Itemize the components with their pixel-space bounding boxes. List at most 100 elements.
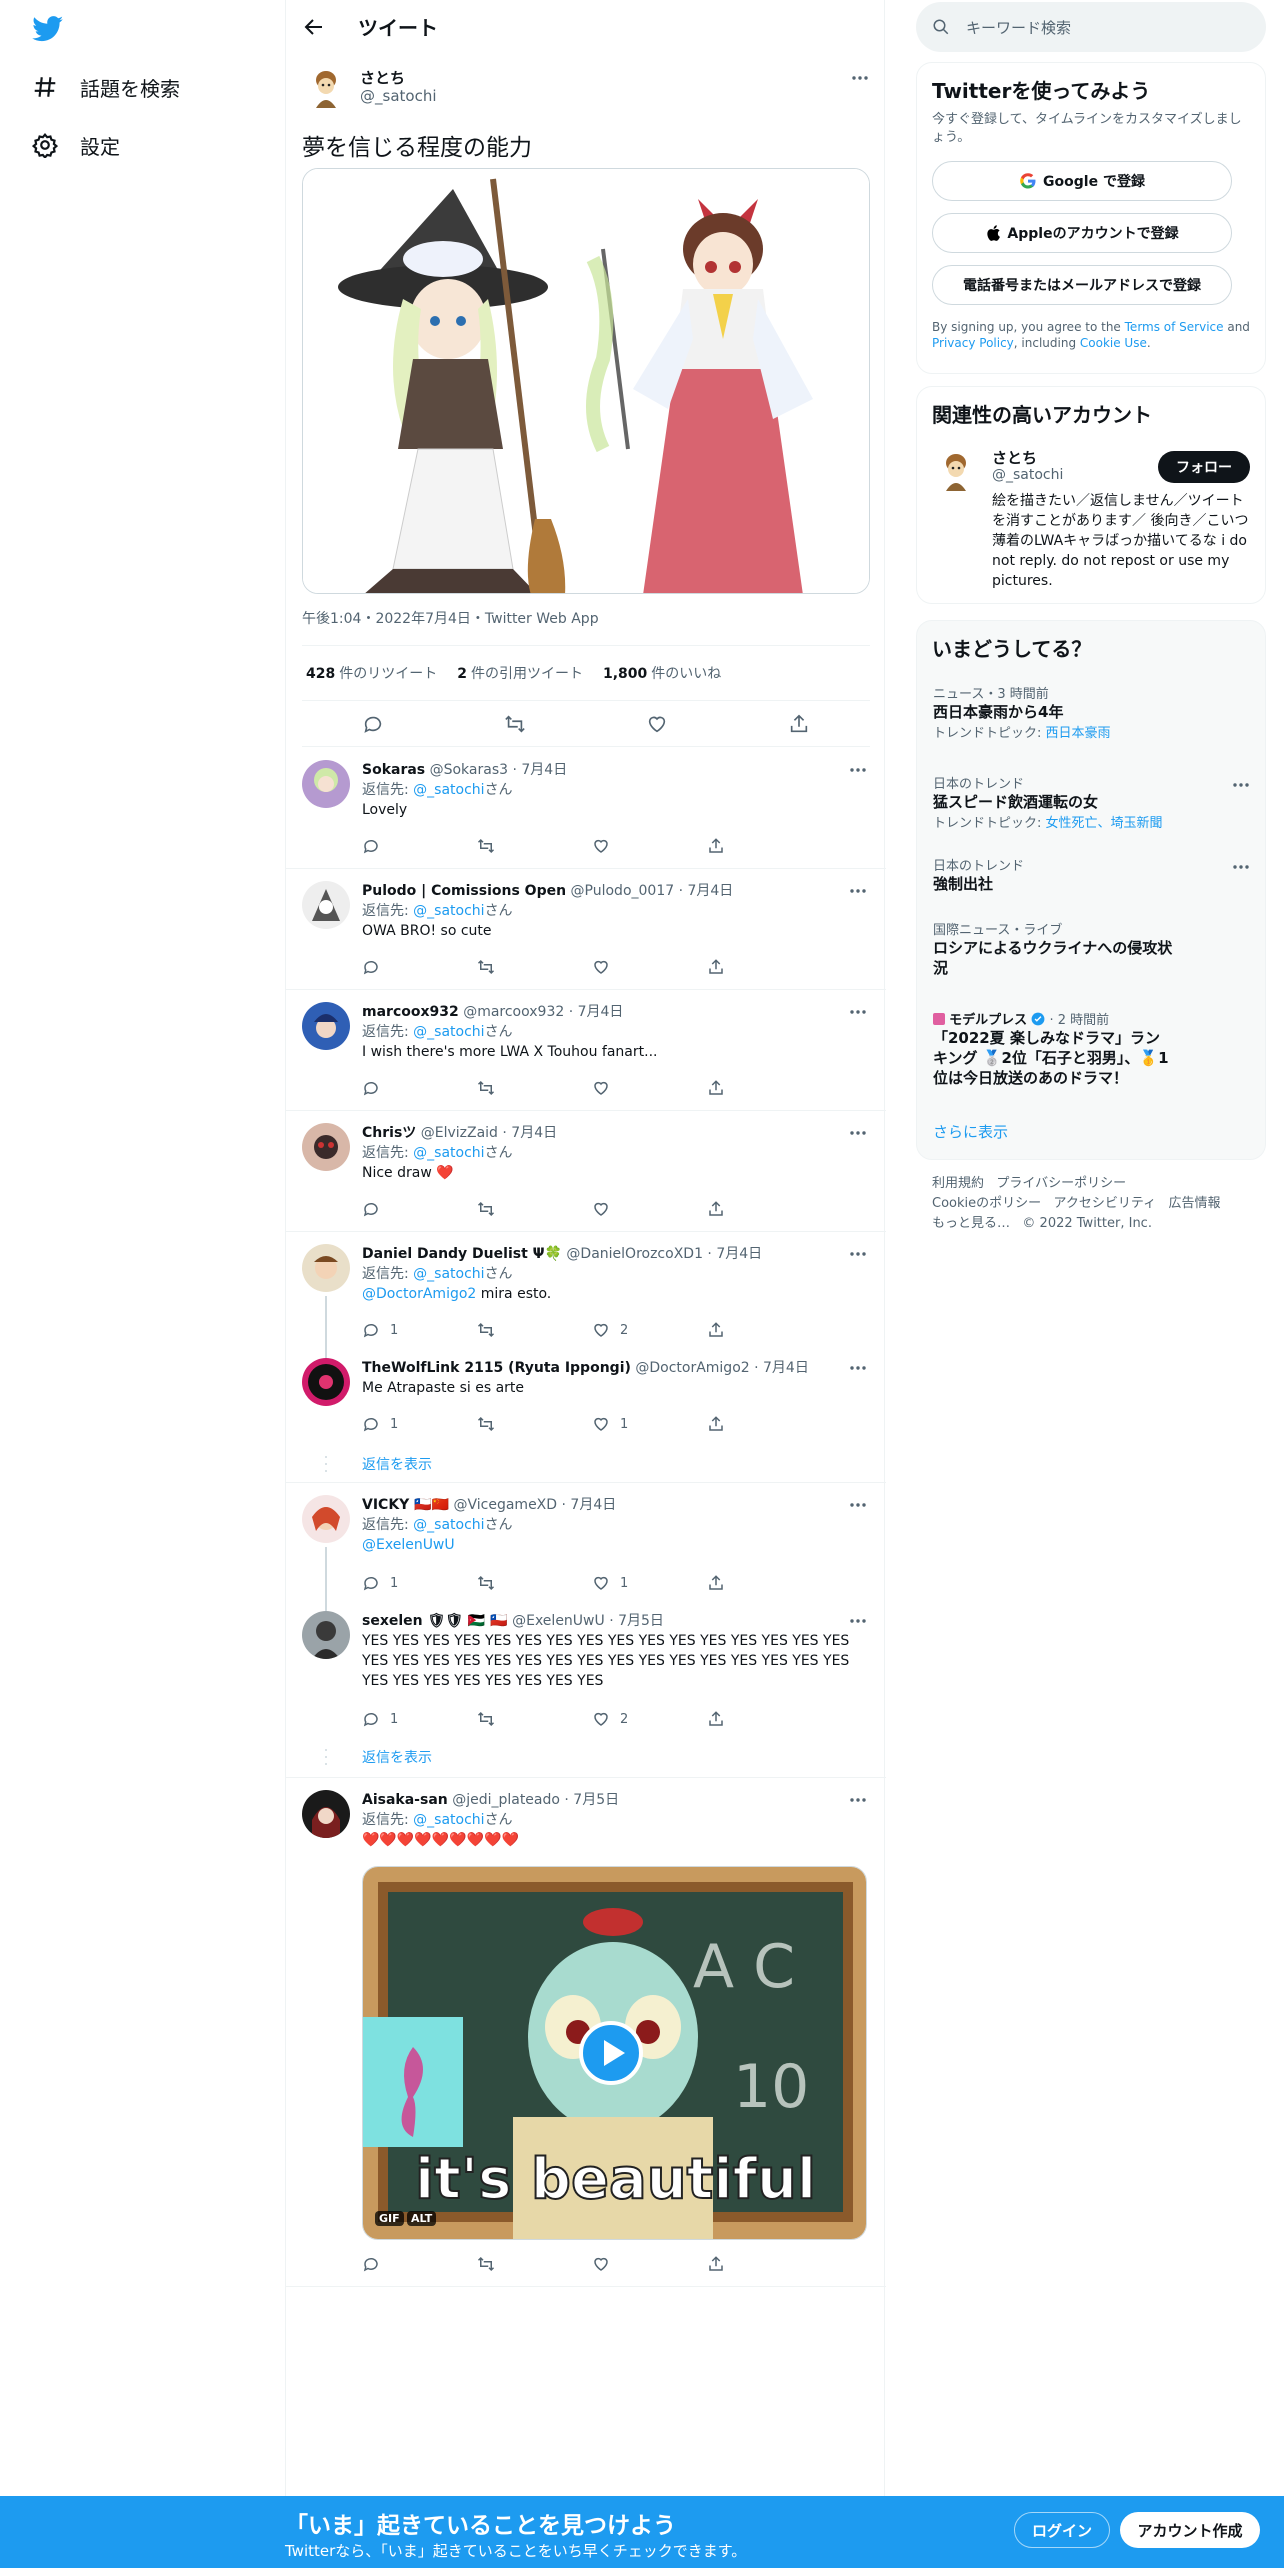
reply-to-link[interactable]: @_satochi (413, 903, 484, 919)
more-options-icon[interactable] (848, 881, 868, 901)
reply-tweet[interactable]: Daniel Dandy Duelist Ψ🍀 @DanielOrozcoXD1… (286, 1232, 886, 1358)
share-button[interactable] (707, 1709, 822, 1729)
reply-author-handle[interactable]: @ElvizZaid · 7月4日 (421, 1125, 557, 1141)
reply-author-name[interactable]: VICKY 🇨🇱🇨🇳 (362, 1497, 449, 1513)
reply-tweet[interactable]: Sokaras @Sokaras3 · 7月4日 返信先: @_satochiさ… (286, 748, 886, 869)
nav-settings[interactable]: 設定 (32, 125, 120, 165)
reply-author-handle[interactable]: @jedi_plateado · 7月5日 (452, 1792, 619, 1808)
reply-author-handle[interactable]: @DanielOrozcoXD1 · 7月4日 (566, 1246, 762, 1262)
share-button[interactable] (707, 1414, 822, 1434)
retweet-stat[interactable]: 428 件のリツイート (306, 663, 437, 683)
terms-link[interactable]: Terms of Service (1125, 320, 1224, 334)
avatar[interactable] (302, 64, 350, 112)
share-button[interactable] (707, 2254, 822, 2274)
trend-item[interactable]: ニュース・3 時間前 西日本豪雨から4年 トレンドトピック: 西日本豪雨 (933, 683, 1253, 741)
mention-link[interactable]: @ExelenUwU (362, 1537, 455, 1553)
follow-button[interactable]: フォロー (1158, 451, 1250, 483)
like-button[interactable]: 2 (592, 1709, 707, 1729)
reply-button[interactable] (362, 2254, 477, 2274)
retweet-button[interactable] (477, 1414, 592, 1434)
login-button[interactable]: ログイン (1014, 2512, 1110, 2548)
trend-sub-link[interactable]: 西日本豪雨 (1046, 726, 1111, 741)
show-more-link[interactable]: さらに表示 (933, 1121, 1008, 1142)
avatar[interactable] (302, 1002, 350, 1050)
reply-author-name[interactable]: Daniel Dandy Duelist Ψ🍀 (362, 1246, 562, 1262)
footer-link[interactable]: Cookieのポリシー (932, 1196, 1041, 1211)
reply-tweet[interactable]: Chrisツ @ElvizZaid · 7月4日 返信先: @_satochiさ… (286, 1111, 886, 1232)
privacy-link[interactable]: Privacy Policy (932, 336, 1014, 350)
reply-author-name[interactable]: Sokaras (362, 762, 425, 778)
mention-link[interactable]: @DoctorAmigo2 (362, 1286, 476, 1302)
share-button[interactable] (707, 1199, 822, 1219)
alt-badge[interactable]: ALT (407, 2211, 437, 2226)
reply-to-link[interactable]: @_satochi (413, 1145, 484, 1161)
reply-button[interactable]: 1 (362, 1573, 477, 1593)
reply-button[interactable]: 1 (362, 1414, 477, 1434)
related-name[interactable]: さとち (992, 447, 1037, 468)
trend-item[interactable]: 日本のトレンド 猛スピード飲酒運転の女 トレンドトピック: 女性死亡、埼玉新聞 (933, 773, 1253, 831)
show-replies-link[interactable]: 返信を表示 (362, 1454, 432, 1474)
share-button[interactable] (707, 1078, 822, 1098)
like-button[interactable] (592, 836, 707, 856)
reply-button[interactable] (362, 1078, 477, 1098)
related-handle[interactable]: @_satochi (992, 467, 1063, 483)
reply-author-handle[interactable]: @DoctorAmigo2 · 7月4日 (635, 1360, 808, 1376)
trend-item[interactable]: 日本のトレンド 強制出社 (933, 855, 1253, 894)
more-options-icon[interactable] (848, 1244, 868, 1264)
play-icon[interactable] (579, 2021, 643, 2085)
reply-button[interactable] (362, 957, 477, 977)
footer-link[interactable]: もっと見る… (932, 1216, 1010, 1231)
show-replies-link[interactable]: 返信を表示 (362, 1747, 432, 1767)
retweet-button[interactable] (477, 836, 592, 856)
footer-link[interactable]: 広告情報 (1169, 1196, 1221, 1211)
like-button[interactable] (592, 2254, 707, 2274)
retweet-button[interactable] (477, 1078, 592, 1098)
avatar[interactable] (302, 1244, 350, 1292)
avatar[interactable] (302, 1358, 350, 1406)
share-button[interactable] (707, 1320, 822, 1340)
avatar[interactable] (302, 881, 350, 929)
tweet-image[interactable] (302, 168, 870, 594)
reply-button[interactable]: 1 (362, 1709, 477, 1729)
author-name[interactable]: さとち (360, 67, 405, 88)
twitter-logo-icon[interactable] (32, 16, 64, 42)
avatar[interactable] (302, 1790, 350, 1838)
reply-to-link[interactable]: @_satochi (413, 1517, 484, 1533)
retweet-button[interactable] (477, 1199, 592, 1219)
reply-icon[interactable] (362, 713, 384, 735)
like-button[interactable]: 2 (592, 1320, 707, 1340)
reply-author-handle[interactable]: @Sokaras3 · 7月4日 (430, 762, 568, 778)
reply-tweet[interactable]: Aisaka-san @jedi_plateado · 7月5日 返信先: @_… (286, 1778, 886, 2287)
avatar[interactable] (302, 760, 350, 808)
more-options-icon[interactable] (848, 1002, 868, 1022)
reply-to-link[interactable]: @_satochi (413, 782, 484, 798)
share-icon[interactable] (788, 713, 810, 735)
quote-stat[interactable]: 2 件の引用ツイート (457, 663, 583, 683)
reply-tweet[interactable]: VICKY 🇨🇱🇨🇳 @VicegameXD · 7月4日 返信先: @_sat… (286, 1483, 886, 1611)
apple-signup-button[interactable]: Appleのアカウントで登録 (932, 213, 1232, 253)
signup-button[interactable]: アカウント作成 (1120, 2512, 1260, 2548)
more-options-icon[interactable] (850, 68, 870, 88)
retweet-button[interactable] (477, 1320, 592, 1340)
reply-to-link[interactable]: @_satochi (413, 1812, 484, 1828)
reply-tweet[interactable]: Pulodo | Comissions Open @Pulodo_0017 · … (286, 869, 886, 990)
reply-author-handle[interactable]: @VicegameXD · 7月4日 (454, 1497, 617, 1513)
reply-to-link[interactable]: @_satochi (413, 1266, 484, 1282)
footer-link[interactable]: プライバシーポリシー (996, 1176, 1126, 1191)
gif-media[interactable]: A C 10 it's beautiful GIF ALT (362, 1866, 867, 2240)
like-button[interactable] (592, 957, 707, 977)
more-options-icon[interactable] (848, 1495, 868, 1515)
reply-author-name[interactable]: Chrisツ (362, 1125, 416, 1141)
reply-tweet[interactable]: sexelen 🛡🛡 🇯🇴 🇨🇱 @ExelenUwU · 7月5日 YES Y… (286, 1603, 886, 1778)
more-options-icon[interactable] (848, 1358, 868, 1378)
reply-to-link[interactable]: @_satochi (413, 1024, 484, 1040)
reply-author-name[interactable]: Aisaka-san (362, 1792, 448, 1808)
reply-author-handle[interactable]: @Pulodo_0017 · 7月4日 (571, 883, 734, 899)
avatar[interactable] (302, 1495, 350, 1543)
google-signup-button[interactable]: Google で登録 (932, 161, 1232, 201)
reply-button[interactable]: 1 (362, 1320, 477, 1340)
retweet-button[interactable] (477, 1709, 592, 1729)
more-options-icon[interactable] (848, 1123, 868, 1143)
trend-item[interactable]: モデルプレス · 2 時間前 「2022夏 楽しみなドラマ」ランキング 🥈2位「… (933, 1009, 1253, 1088)
avatar[interactable] (302, 1123, 350, 1171)
